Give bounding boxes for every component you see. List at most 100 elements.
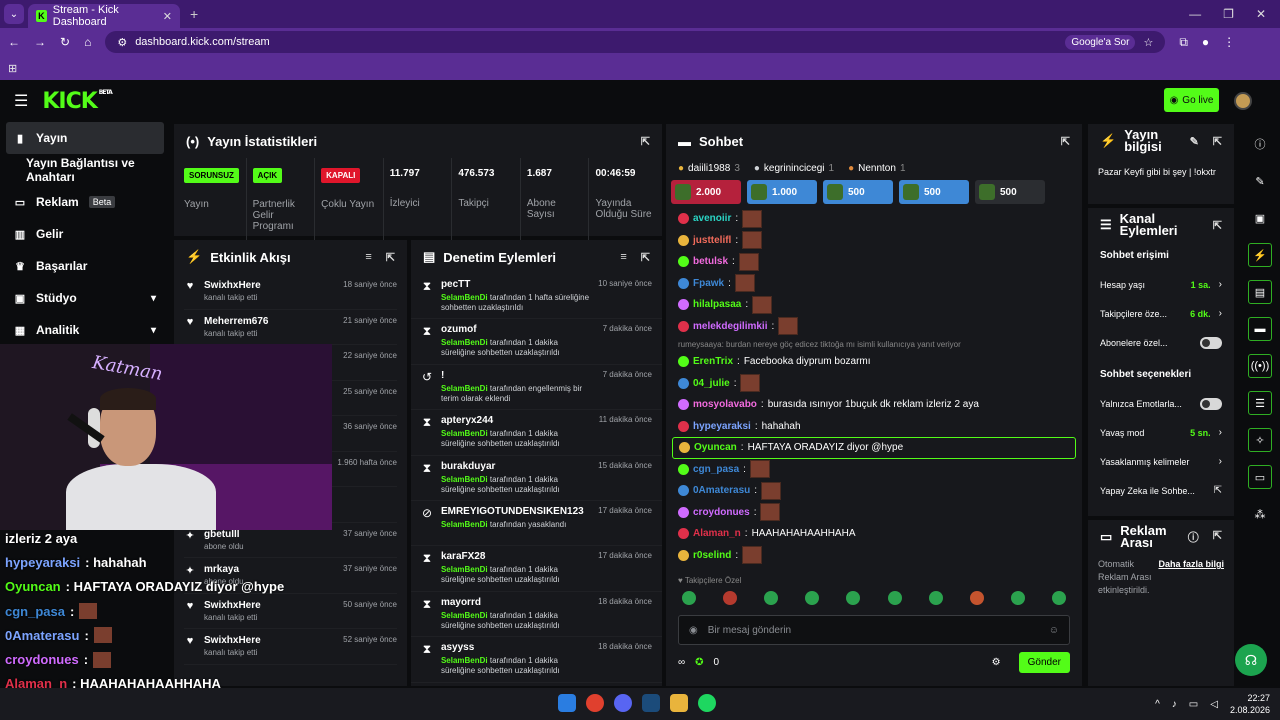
edit-icon[interactable]: ✎ bbox=[1190, 135, 1199, 148]
chat-message[interactable]: betulsk: bbox=[678, 251, 1070, 273]
kick-points-icon[interactable]: ∞ bbox=[678, 657, 685, 668]
chat-username[interactable]: hilalpasaa bbox=[693, 299, 741, 310]
followers-only-row[interactable]: Takipçilere öze... 6 dk. › bbox=[1088, 299, 1234, 328]
chat-message[interactable]: hilalpasaa: bbox=[678, 294, 1070, 316]
emote-icon[interactable] bbox=[928, 591, 943, 605]
moderation-item[interactable]: ⧗ mayorrd SelamBenDi tarafından 1 dakika s… bbox=[411, 592, 662, 638]
chat-username[interactable]: mosyolavabo bbox=[693, 399, 757, 410]
chat-username[interactable]: melekdegilimkii bbox=[693, 321, 767, 332]
chat-message[interactable]: melekdegilimkii: bbox=[678, 316, 1070, 338]
moderation-item[interactable]: ⧗ ozumof SelamBenDi tarafından 1 dakika sü… bbox=[411, 319, 662, 365]
avatar[interactable] bbox=[1234, 92, 1252, 110]
layout-icon[interactable]: ▭ bbox=[1248, 465, 1272, 489]
chrome-icon[interactable] bbox=[586, 694, 604, 712]
chat-username[interactable]: betulsk bbox=[693, 256, 728, 267]
ai-chat-row[interactable]: Yapay Zeka ile Sohbe... ⇱ bbox=[1088, 476, 1234, 505]
clock[interactable]: 22:27 2.08.2026 bbox=[1230, 692, 1270, 716]
gifter[interactable]: ● daiili1988 3 bbox=[678, 163, 740, 174]
close-tab-icon[interactable]: ✕ bbox=[163, 10, 172, 23]
hamburger-menu-icon[interactable]: ☰ bbox=[14, 91, 28, 111]
sidebar-item-stream[interactable]: ▮ Yayın bbox=[6, 122, 164, 154]
chat-username[interactable]: 04_julie bbox=[693, 378, 730, 389]
moderation-item[interactable]: ⧗ asyyss SelamBenDi tarafından 1 dakika sü… bbox=[411, 637, 662, 683]
chat-username[interactable]: avenoiir bbox=[693, 213, 731, 224]
chat-username[interactable]: justtelifl bbox=[693, 235, 731, 246]
list-item[interactable]: ♥ SwixhxHere kanalı takip etti 18 saniye ön… bbox=[184, 274, 397, 310]
broadcast-icon[interactable]: ((•)) bbox=[1248, 354, 1272, 378]
emoji-picker-icon[interactable]: ☺ bbox=[1049, 625, 1059, 636]
emote-icon[interactable] bbox=[887, 591, 902, 605]
gift-goal[interactable]: 2.000 bbox=[671, 180, 741, 204]
focus-icon[interactable]: ▣ bbox=[1248, 206, 1272, 230]
chat-input[interactable]: ◉ Bir mesaj gönderin ☺ bbox=[678, 615, 1070, 645]
gifter[interactable]: ● kegrinincicegi 1 bbox=[754, 163, 834, 174]
chat-messages[interactable]: avenoiir: justtelifl: betulsk: Fpawk: hilalp… bbox=[666, 208, 1082, 572]
spotify-icon[interactable] bbox=[698, 694, 716, 712]
moderation-item[interactable]: ⧗ burakduyar SelamBenDi tarafından 1 dakik… bbox=[411, 456, 662, 501]
chat-message[interactable]: 0Amaterasu: bbox=[678, 480, 1070, 502]
maximize-icon[interactable]: ❐ bbox=[1223, 7, 1234, 21]
chat-username[interactable]: Fpawk bbox=[693, 278, 724, 289]
emote-icon[interactable] bbox=[723, 591, 738, 605]
learn-more-link[interactable]: Daha fazla bilgi bbox=[1158, 558, 1224, 597]
chat-message[interactable]: 04_julie: bbox=[678, 373, 1070, 395]
document-icon[interactable]: ▤ bbox=[1248, 280, 1272, 304]
apps-grid-icon[interactable]: ⊞ bbox=[8, 62, 17, 75]
discord-icon[interactable] bbox=[614, 694, 632, 712]
forward-icon[interactable]: → bbox=[34, 35, 46, 49]
bookmark-star-icon[interactable]: ☆ bbox=[1143, 36, 1153, 49]
popout-icon[interactable]: ⇱ bbox=[1213, 219, 1222, 232]
settings-gear-icon[interactable]: ⚙ bbox=[992, 657, 1001, 668]
chat-message[interactable]: Fpawk: bbox=[678, 273, 1070, 295]
moderation-item[interactable]: ⊘ EMREYIGOTUNDENSIKEN123 SelamBenDi tarafı… bbox=[411, 501, 662, 547]
emote-icon[interactable] bbox=[846, 591, 861, 605]
moderation-item[interactable]: ⧗ apteryx244 SelamBenDi tarafından 1 dakik… bbox=[411, 410, 662, 456]
chat-username[interactable]: cgn_pasa bbox=[693, 464, 739, 475]
popout-icon[interactable]: ⇱ bbox=[641, 135, 650, 148]
sidebar-item-analytics[interactable]: ▦ Analitik ▾ bbox=[0, 314, 170, 346]
account-age-row[interactable]: Hesap yaşı 1 sa. › bbox=[1088, 270, 1234, 299]
chat-username[interactable]: Alaman_n bbox=[693, 528, 741, 539]
send-button[interactable]: Gönder bbox=[1018, 651, 1070, 673]
close-window-icon[interactable]: ✕ bbox=[1256, 7, 1266, 21]
network-icon[interactable]: ▭ bbox=[1189, 699, 1198, 710]
gift-goal[interactable]: 500 bbox=[899, 180, 969, 204]
gift-goal[interactable]: 1.000 bbox=[747, 180, 817, 204]
browser-tab[interactable]: K Stream - Kick Dashboard ✕ bbox=[28, 4, 180, 28]
go-live-button[interactable]: ◉ Go live bbox=[1164, 88, 1219, 112]
tab-search-button[interactable]: ⌄ bbox=[4, 4, 24, 24]
emote-icon[interactable] bbox=[1010, 591, 1025, 605]
minimize-icon[interactable]: — bbox=[1189, 7, 1201, 21]
chat-message[interactable]: hypeyaraksi: hahahah bbox=[678, 416, 1070, 438]
emote-only-toggle[interactable] bbox=[1200, 397, 1222, 410]
emote-icon[interactable] bbox=[1051, 591, 1066, 605]
list-item[interactable]: ♥ Meherrem676 kanalı takip etti 21 saniye ö… bbox=[184, 310, 397, 345]
edit-icon[interactable]: ✎ bbox=[1248, 169, 1272, 193]
filter-icon[interactable]: ≡ bbox=[620, 251, 626, 264]
slow-mode-row[interactable]: Yavaş mod 5 sn. › bbox=[1088, 418, 1234, 447]
subscribers-only-toggle[interactable] bbox=[1200, 336, 1222, 349]
popout-icon[interactable]: ⇱ bbox=[386, 251, 395, 264]
chat-message[interactable]: justtelifl: bbox=[678, 230, 1070, 252]
more-icon[interactable]: ⁂ bbox=[1248, 502, 1272, 526]
chat-message[interactable]: r0selind: bbox=[678, 545, 1070, 567]
emote-icon[interactable] bbox=[805, 591, 820, 605]
chat-message[interactable]: avenoiir: bbox=[678, 208, 1070, 230]
steam-icon[interactable] bbox=[642, 694, 660, 712]
kick-logo[interactable]: KICK BETA bbox=[42, 89, 112, 114]
gift-goal[interactable]: 500 bbox=[823, 180, 893, 204]
popout-icon[interactable]: ⇱ bbox=[1213, 135, 1222, 148]
chat-username[interactable]: ErenTrix bbox=[693, 356, 733, 367]
sidebar-item-stream-key[interactable]: Yayın Bağlantısı ve Anahtarı bbox=[0, 154, 170, 186]
filter-icon[interactable]: ≡ bbox=[365, 251, 371, 264]
chat-message[interactable]: Oyuncan: HAFTAYA ORADAYIZ diyor @hype bbox=[672, 437, 1076, 459]
home-icon[interactable]: ⌂ bbox=[84, 35, 91, 49]
sidebar-item-achievements[interactable]: ♛ Başarılar bbox=[0, 250, 170, 282]
chat-bubble-icon[interactable]: ▬ bbox=[1248, 317, 1272, 341]
emote-icon[interactable] bbox=[682, 591, 696, 605]
banned-words-row[interactable]: Yasaklanmış kelimeler › bbox=[1088, 447, 1234, 476]
chat-message[interactable]: mosyolavabo: burasıda ısınıyor 1buçuk dk … bbox=[678, 394, 1070, 416]
emote-icon[interactable] bbox=[969, 591, 984, 605]
sidebar-item-ads[interactable]: ▭ Reklam Beta bbox=[0, 186, 170, 218]
new-tab-icon[interactable]: + bbox=[190, 6, 198, 22]
